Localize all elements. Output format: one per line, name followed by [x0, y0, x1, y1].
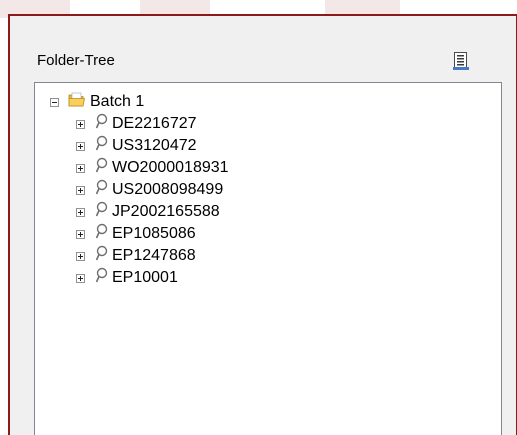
tree-node[interactable]: JP2002165588 — [76, 201, 220, 223]
search-icon — [94, 245, 108, 268]
tree-node[interactable]: EP1247868 — [76, 245, 196, 267]
folder-tree[interactable]: Batch 1 DE2216727 US3120472 WO2000018931… — [34, 82, 502, 435]
tree-node[interactable]: EP1085086 — [76, 223, 196, 245]
collapse-toggle[interactable] — [50, 97, 59, 107]
tree-node-label[interactable]: EP1247868 — [112, 247, 196, 265]
search-icon — [94, 113, 108, 136]
expand-toggle[interactable] — [76, 141, 85, 151]
tree-node[interactable]: US3120472 — [76, 135, 197, 157]
tree-node-label[interactable]: Batch 1 — [90, 93, 144, 111]
search-icon — [94, 267, 108, 290]
expand-toggle[interactable] — [76, 207, 85, 217]
tree-node-label[interactable]: EP1085086 — [112, 225, 196, 243]
tree-node-label[interactable]: EP10001 — [112, 269, 178, 287]
panel-title: Folder-Tree — [37, 52, 115, 69]
tree-node-label[interactable]: DE2216727 — [112, 115, 197, 133]
search-icon — [94, 223, 108, 246]
tree-node-label[interactable]: JP2002165588 — [112, 203, 220, 221]
tree-node-label[interactable]: WO2000018931 — [112, 159, 229, 177]
tree-node[interactable]: WO2000018931 — [76, 157, 229, 179]
tree-node-label[interactable]: US2008098499 — [112, 181, 223, 199]
folder-icon — [68, 91, 86, 114]
expand-toggle[interactable] — [76, 185, 85, 195]
expand-toggle[interactable] — [76, 251, 85, 261]
tree-node[interactable]: EP10001 — [76, 267, 178, 289]
document-list-button[interactable] — [452, 51, 470, 71]
expand-toggle[interactable] — [76, 229, 85, 239]
document-list-icon — [453, 52, 469, 70]
expand-toggle[interactable] — [76, 119, 85, 129]
tree-node[interactable]: US2008098499 — [76, 179, 223, 201]
tree-node-root[interactable]: Batch 1 — [50, 91, 144, 113]
expand-toggle[interactable] — [76, 163, 85, 173]
search-icon — [94, 135, 108, 158]
search-icon — [94, 157, 108, 180]
search-icon — [94, 201, 108, 224]
search-icon — [94, 179, 108, 202]
tree-node[interactable]: DE2216727 — [76, 113, 197, 135]
expand-toggle[interactable] — [76, 273, 85, 283]
tree-node-label[interactable]: US3120472 — [112, 137, 197, 155]
